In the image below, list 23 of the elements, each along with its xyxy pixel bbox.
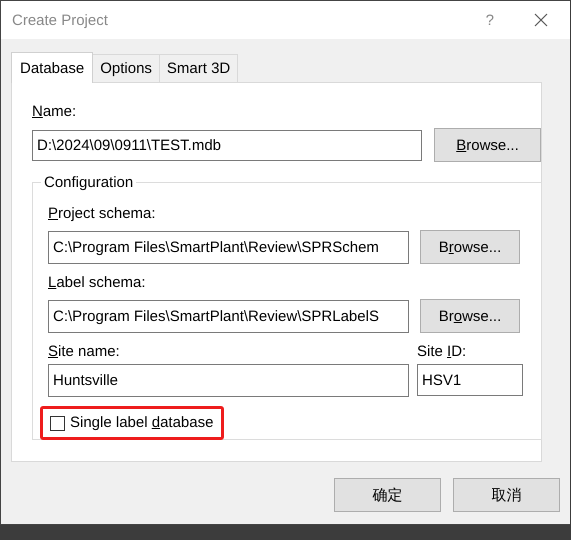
checkbox-label[interactable]: Single label database (70, 413, 214, 433)
field-label: Name: (32, 102, 78, 122)
browse-button[interactable]: Browse... (434, 128, 541, 162)
close-icon[interactable] (534, 13, 548, 27)
field-label: Site name: (48, 342, 121, 362)
help-button[interactable]: ? (486, 12, 494, 28)
tab[interactable]: Smart 3D (158, 54, 238, 82)
group-title: Configuration (41, 173, 136, 193)
window-title: Create Project (12, 12, 109, 28)
input-field[interactable]: C:\Program Files\SmartPlant\Review\SPRSchem (48, 230, 409, 264)
browse-button[interactable]: Browse... (420, 230, 520, 264)
field-label: Site ID: (417, 342, 468, 362)
input-field[interactable]: Huntsville (48, 364, 409, 397)
dialog-button[interactable]: 确定 (334, 478, 441, 512)
tab[interactable]: Database (11, 52, 94, 83)
field-label: Project schema: (48, 204, 157, 224)
browse-button[interactable]: Browse... (420, 299, 520, 333)
input-field[interactable]: D:\2024\09\0911\TEST.mdb (32, 130, 422, 160)
dialog-button[interactable]: 取消 (453, 478, 560, 512)
checkbox[interactable] (50, 416, 65, 430)
field-label: Label schema: (48, 273, 147, 293)
input-field[interactable]: C:\Program Files\SmartPlant\Review\SPRLabelS (48, 300, 409, 332)
input-field[interactable]: HSV1 (417, 364, 523, 396)
